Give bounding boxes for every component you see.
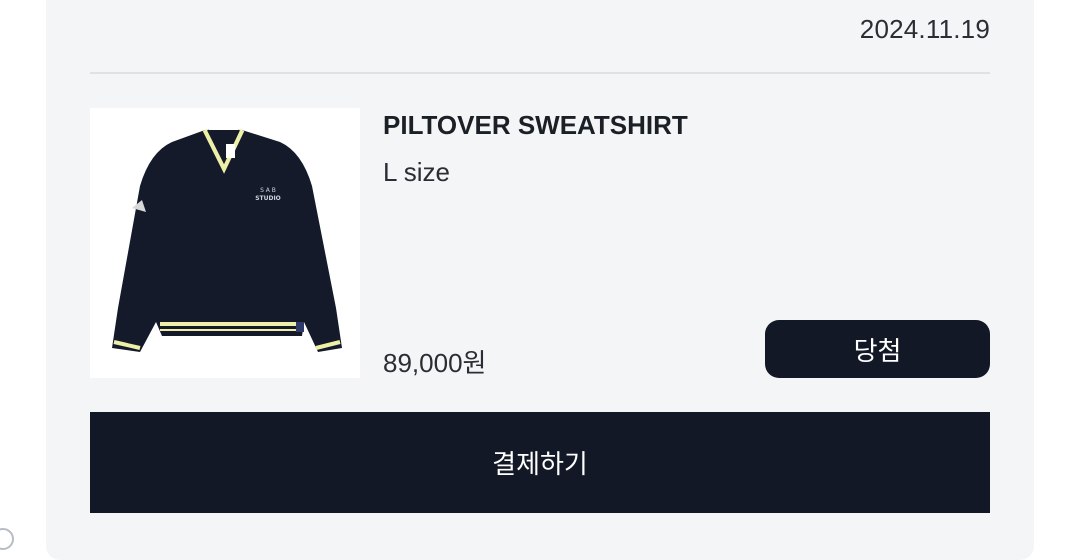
divider <box>90 72 990 74</box>
order-card: 2024.11.19 S A B STUDIO PILTOVER SWEATSH… <box>46 0 1034 560</box>
product-name[interactable]: PILTOVER SWEATSHIRT <box>383 110 688 141</box>
product-option: L size <box>383 157 450 187</box>
win-status-button[interactable]: 당첨 <box>765 320 990 378</box>
logo-line1: S A B <box>260 187 276 194</box>
sweatshirt-icon: S A B STUDIO <box>112 128 342 352</box>
product-price: 89,000원 <box>383 348 487 378</box>
logo-line2: STUDIO <box>255 195 281 202</box>
order-date: 2024.11.19 <box>859 14 990 44</box>
product-image[interactable]: S A B STUDIO <box>90 108 360 378</box>
pay-button[interactable]: 결제하기 <box>90 412 990 513</box>
scroll-indicator <box>0 528 14 550</box>
